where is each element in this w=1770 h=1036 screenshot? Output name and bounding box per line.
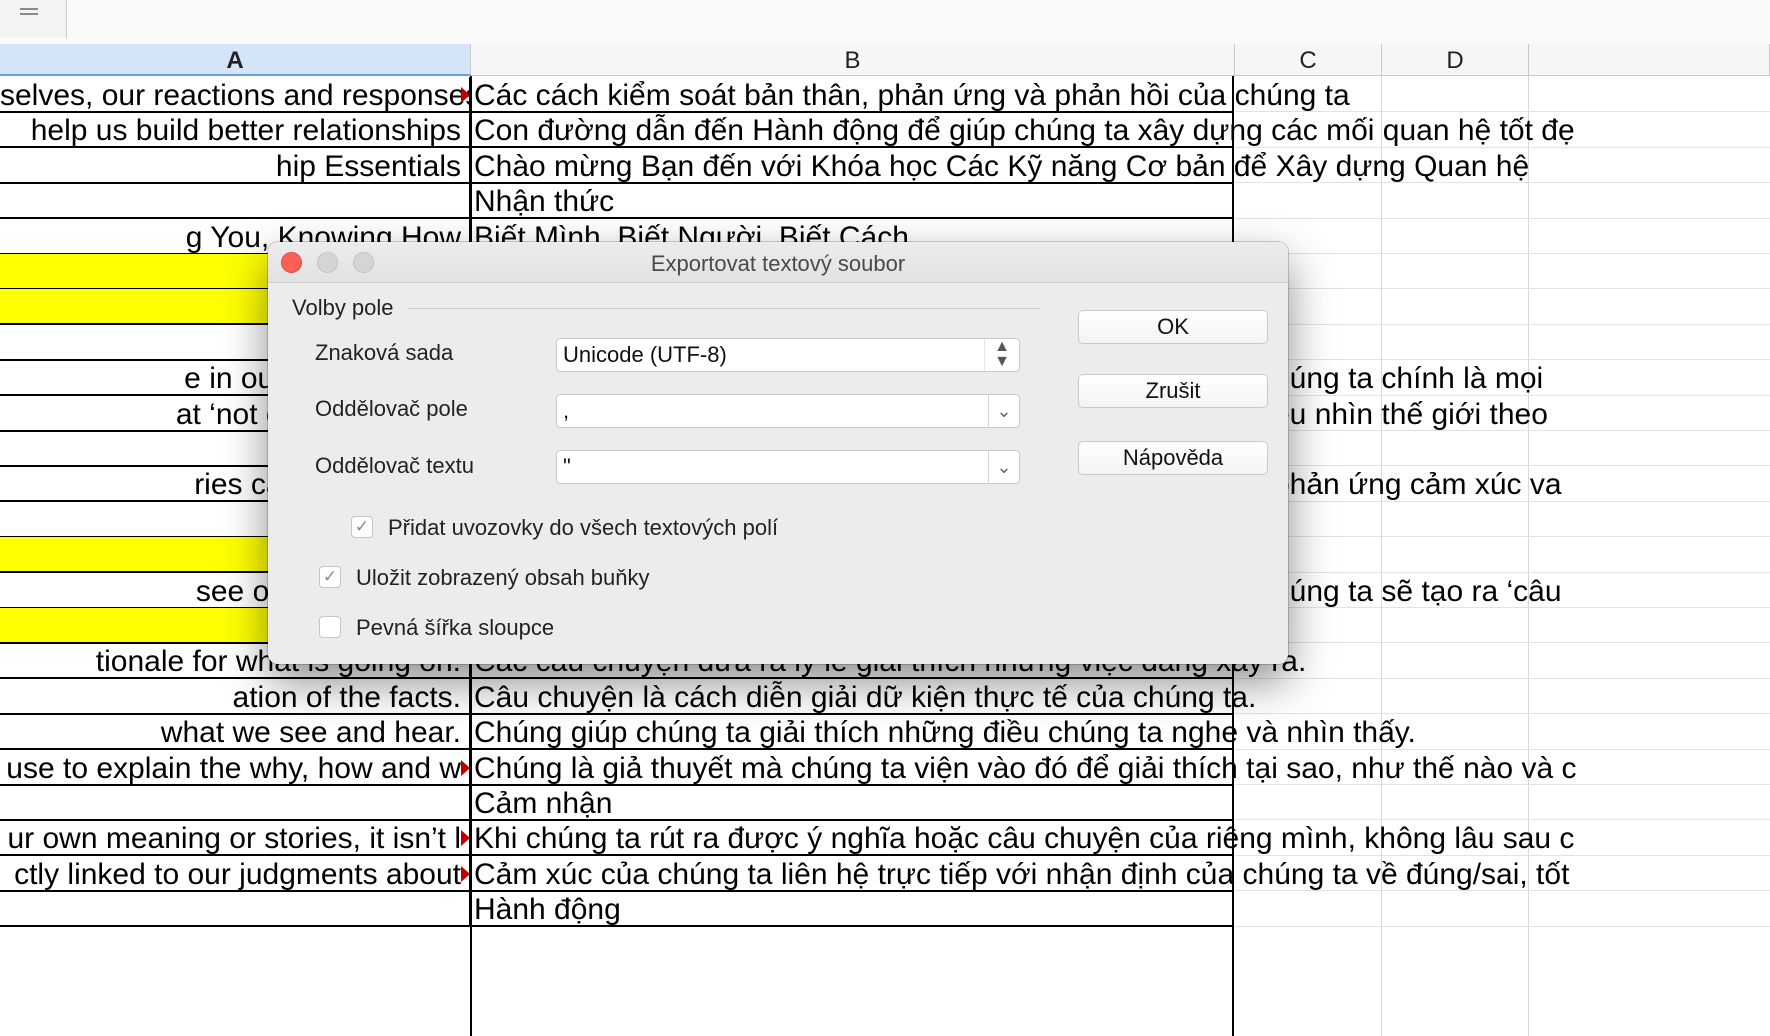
grid-line — [1235, 430, 1770, 431]
grid-line — [1235, 784, 1770, 785]
fixed-width-checkbox[interactable] — [319, 616, 341, 638]
cell-b[interactable]: Con đường dẫn đến Hành động để giúp chún… — [471, 112, 1575, 149]
text-separator-label: Oddělovač textu — [315, 453, 474, 478]
cell-a[interactable]: ur own meaning or stories, it isn’t l — [0, 820, 471, 857]
cell-a[interactable] — [0, 891, 471, 928]
grid-line — [1381, 76, 1382, 1036]
field-separator-combo[interactable]: , ⌄ — [556, 394, 1020, 428]
overflow-arrow-icon — [461, 830, 469, 847]
cell-b[interactable]: Cảm xúc của chúng ta liên hệ trực tiếp v… — [471, 856, 1569, 892]
grid-line — [1235, 146, 1770, 148]
chevron-down-icon[interactable]: ⌄ — [988, 395, 1019, 427]
save-as-shown-label: Uložit zobrazený obsah buňky — [356, 565, 650, 590]
column-header-a[interactable]: A — [0, 44, 471, 76]
overflow-arrow-icon — [461, 759, 469, 776]
charset-value: Unicode (UTF-8) — [563, 342, 727, 367]
grid-line — [1528, 76, 1529, 1036]
cell-b[interactable]: Khi chúng ta rút ra được ý nghĩa hoặc câ… — [471, 820, 1574, 857]
charset-label: Znaková sada — [315, 340, 454, 365]
overflow-arrow-icon — [461, 865, 469, 882]
cell-a[interactable]: ation of the facts. — [0, 678, 471, 715]
quote-all-checkbox[interactable]: ✓ — [351, 516, 373, 538]
cell-b[interactable]: Chúng là giả thuyết mà chúng ta viện vào… — [471, 750, 1576, 786]
text-separator-combo[interactable]: " ⌄ — [556, 450, 1020, 484]
grid-line — [1235, 677, 1770, 679]
cell-a[interactable]: hip Essentials — [0, 147, 471, 184]
cell-b[interactable]: Hành động — [471, 891, 1234, 928]
grid-line — [1235, 819, 1770, 821]
grid-line — [1235, 642, 1770, 644]
cell-b[interactable]: Chào mừng Bạn đến với Khóa học Các Kỹ nă… — [471, 148, 1529, 184]
grid-line — [1235, 925, 1770, 927]
grid-line — [1235, 323, 1770, 325]
cell-b[interactable]: Cảm nhận — [471, 785, 1234, 821]
dialog-titlebar: Exportovat textový soubor — [268, 242, 1288, 283]
grid-line — [1235, 182, 1770, 184]
cell-a[interactable]: selves, our reactions and responses — [0, 77, 471, 113]
cell-a[interactable]: what we see and hear. — [0, 714, 471, 751]
grid-line — [1235, 500, 1770, 502]
cell-b[interactable]: húng ta chính là mọi — [1270, 360, 1543, 396]
cell-b[interactable]: ều nhìn thế giới theo — [1270, 396, 1548, 432]
save-as-shown-checkbox[interactable]: ✓ — [319, 566, 341, 588]
export-text-dialog: Exportovat textový soubor Volby pole Zna… — [268, 242, 1288, 664]
cell-b[interactable]: phản ứng cảm xúc va — [1270, 466, 1562, 502]
column-header-b[interactable]: B — [471, 44, 1235, 76]
grid-line — [1235, 111, 1770, 113]
grid-line — [1235, 854, 1770, 856]
ok-button[interactable]: OK — [1078, 310, 1268, 344]
chevron-down-icon[interactable]: ⌄ — [988, 451, 1019, 483]
grid-line — [1235, 748, 1770, 750]
dialog-title: Exportovat textový soubor — [650, 251, 906, 276]
toolbar — [0, 0, 1770, 45]
stepper-icon[interactable]: ▲ ▼ — [984, 339, 1019, 371]
grid-line — [1235, 217, 1770, 219]
cell-a[interactable] — [0, 785, 471, 821]
fixed-width-label: Pevná šířka sloupce — [356, 615, 555, 640]
cell-b[interactable]: Câu chuyện là cách diễn giải dữ kiện thự… — [471, 679, 1256, 715]
cell-b[interactable]: Chúng giúp chúng ta giải thích những điề… — [471, 714, 1416, 751]
help-button[interactable]: Nápověda — [1078, 441, 1268, 475]
cell-a[interactable] — [0, 183, 471, 220]
charset-select[interactable]: Unicode (UTF-8) ▲ ▼ — [556, 338, 1020, 372]
cell-a[interactable]: help us build better relationships — [0, 112, 471, 149]
grid-line — [1235, 607, 1770, 608]
grid-line — [1235, 713, 1770, 715]
grid-line — [1235, 253, 1770, 254]
field-separator-label: Oddělovač pole — [315, 396, 468, 421]
column-header-e[interactable] — [1529, 44, 1770, 76]
cell-a[interactable]: ctly linked to our judgments about — [0, 855, 471, 892]
grid-line — [1235, 536, 1770, 538]
cell-b[interactable]: Các cách kiểm soát bản thân, phản ứng và… — [471, 77, 1350, 113]
cell-b[interactable]: húng ta sẽ tạo ra ‘câu — [1270, 573, 1562, 609]
cell-a[interactable]: use to explain the why, how and w — [0, 749, 471, 786]
overflow-arrow-icon — [461, 87, 469, 103]
field-separator-value: , — [563, 398, 570, 423]
hamburger-icon[interactable] — [0, 0, 67, 38]
grid-line — [1235, 288, 1770, 290]
quote-all-label: Přidat uvozovky do všech textových polí — [388, 515, 779, 540]
section-label: Volby pole — [292, 295, 394, 320]
section-divider — [408, 308, 1040, 309]
column-header-d[interactable]: D — [1382, 44, 1529, 76]
cancel-button[interactable]: Zrušit — [1078, 374, 1268, 408]
column-header-c[interactable]: C — [1235, 44, 1382, 76]
cell-b[interactable]: Nhận thức — [471, 183, 1234, 220]
grid-line — [1235, 890, 1770, 892]
text-separator-value: " — [563, 454, 571, 479]
